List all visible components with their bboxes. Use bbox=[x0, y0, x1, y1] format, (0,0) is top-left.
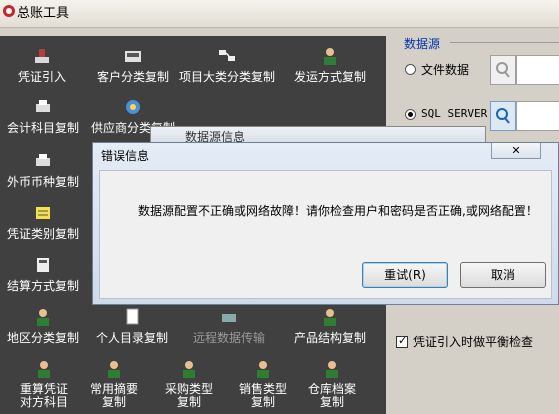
network-icon bbox=[126, 100, 140, 114]
error-message: 数据源配置不正确或网络故障！请你检查用户和密码是否正确,或网络配置！ bbox=[138, 204, 538, 218]
tool-shipping-method-copy[interactable]: 发运方式复制 bbox=[290, 45, 370, 84]
person-icon bbox=[257, 361, 269, 378]
datasource-group-border bbox=[450, 42, 559, 43]
window-title: 总账工具 bbox=[17, 6, 70, 21]
tool-product-structure-copy[interactable]: 产品结构复制 bbox=[290, 306, 370, 345]
retry-button[interactable]: 重试(R) bbox=[362, 262, 448, 288]
folder-icon bbox=[36, 207, 50, 219]
tool-remote-transfer[interactable]: 远程数据传输 bbox=[184, 306, 274, 345]
browse-sql-button[interactable] bbox=[490, 101, 516, 131]
sql-server-field[interactable] bbox=[516, 101, 559, 131]
radio-sql-server[interactable] bbox=[405, 109, 416, 120]
person-icon bbox=[37, 309, 49, 326]
radio-file-data[interactable] bbox=[405, 64, 416, 75]
document-icon bbox=[126, 308, 139, 325]
title-bar: 总账工具 bbox=[0, 0, 559, 28]
magnifier-icon bbox=[496, 108, 510, 124]
tool-account-copy[interactable]: 会计科目复制 bbox=[5, 96, 81, 135]
radio-file-data-label: 文件数据 bbox=[421, 63, 470, 77]
tool-voucher-import[interactable]: 凭证引入 bbox=[12, 45, 72, 84]
close-button[interactable]: ✕ bbox=[491, 143, 541, 159]
error-dialog: 错误信息 ✕ 数据源配置不正确或网络故障！请你检查用户和密码是否正确,或网络配置… bbox=[92, 142, 559, 305]
printer-icon bbox=[36, 100, 50, 112]
balance-check-checkbox[interactable]: ✓ bbox=[396, 334, 408, 348]
tool-settlement-copy[interactable]: 结算方式复制 bbox=[5, 254, 81, 293]
error-dialog-body: 数据源配置不正确或网络故障！请你检查用户和密码是否正确,或网络配置！ 重试(R)… bbox=[99, 170, 552, 299]
tool-region-class-copy[interactable]: 地区分类复制 bbox=[5, 306, 81, 345]
datasource-title: 数据源 bbox=[404, 37, 441, 51]
person-icon bbox=[324, 48, 336, 65]
tool-warehouse-copy[interactable]: 仓库档案复制 bbox=[306, 358, 358, 409]
tool-purchase-type-copy[interactable]: 采购类型复制 bbox=[163, 358, 215, 409]
balance-check-label: 凭证引入时做平衡检查 bbox=[413, 335, 534, 349]
file-path-field[interactable] bbox=[516, 55, 559, 85]
tool-currency-copy[interactable]: 外币币种复制 bbox=[5, 150, 81, 189]
check-mark-icon: ✓ bbox=[398, 334, 408, 347]
tool-personal-dir-copy[interactable]: 个人目录复制 bbox=[93, 306, 171, 345]
calculator-icon bbox=[37, 258, 49, 272]
browse-file-button[interactable] bbox=[490, 55, 516, 85]
person-icon bbox=[108, 361, 120, 378]
close-icon: ✕ bbox=[511, 144, 521, 157]
person-icon bbox=[326, 361, 338, 378]
transfer-icon bbox=[219, 50, 235, 61]
tool-customer-class-copy[interactable]: 客户分类复制 bbox=[93, 45, 173, 84]
error-dialog-title: 错误信息 bbox=[101, 149, 150, 163]
stamp-icon bbox=[35, 49, 49, 63]
app-icon bbox=[3, 5, 15, 17]
register-icon bbox=[125, 51, 141, 62]
magnifier-icon bbox=[496, 62, 510, 78]
datasource-info-titlebar: 数据源信息 bbox=[151, 127, 485, 144]
tool-voucher-type-copy[interactable]: 凭证类别复制 bbox=[5, 202, 81, 241]
radio-sql-server-label: SQL SERVER bbox=[421, 107, 488, 120]
tool-recalc-offset-account[interactable]: 重算凭证对方科目 bbox=[16, 358, 72, 409]
cancel-button[interactable]: 取消 bbox=[460, 262, 546, 288]
person-icon bbox=[183, 361, 195, 378]
tool-sales-type-copy[interactable]: 销售类型复制 bbox=[237, 358, 289, 409]
tool-project-class-copy[interactable]: 项目大类分类复制 bbox=[177, 45, 277, 84]
printer-icon bbox=[36, 154, 50, 166]
person-icon bbox=[324, 309, 336, 326]
person-icon bbox=[38, 361, 50, 378]
tool-summary-copy[interactable]: 常用摘要复制 bbox=[88, 358, 140, 409]
remote-icon bbox=[222, 314, 236, 322]
